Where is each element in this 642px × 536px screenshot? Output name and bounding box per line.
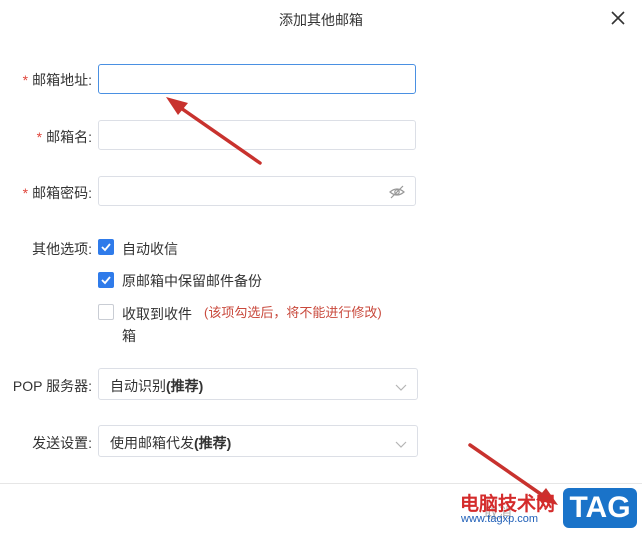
auto-receive-label: 自动收信 [122, 241, 178, 257]
keep-backup-checkbox[interactable] [98, 272, 114, 288]
watermark-site-name: 电脑技术网 [460, 494, 556, 515]
mailbox-name-field[interactable] [98, 120, 416, 150]
pop-server-select[interactable]: 自动识别(推荐) [98, 368, 418, 400]
receive-to-inbox-note: (该项勾选后，将不能进行修改) [204, 305, 382, 320]
required-mark: * [36, 129, 43, 145]
email-address-field[interactable] [98, 64, 416, 94]
chevron-down-icon [395, 436, 407, 452]
watermark-logo: TAG [563, 488, 637, 528]
hide-password-icon[interactable] [389, 184, 405, 200]
required-mark: * [22, 185, 29, 201]
receive-to-inbox-checkbox[interactable] [98, 304, 114, 320]
mailbox-password-label: * 邮箱密码: [22, 185, 92, 201]
close-icon[interactable] [608, 8, 628, 28]
receive-to-inbox-label: 收取到收件 箱 [122, 306, 192, 344]
mailbox-name-label: * 邮箱名: [36, 129, 92, 145]
required-mark: * [22, 72, 29, 88]
pop-server-label: POP 服务器: [12, 378, 92, 394]
other-options-label: 其他选项: [32, 241, 92, 257]
footer-divider [0, 483, 642, 484]
auto-receive-checkbox[interactable] [98, 239, 114, 255]
watermark-url: www.tagxp.com [461, 513, 539, 525]
mailbox-password-field[interactable] [98, 176, 416, 206]
chevron-down-icon [395, 379, 407, 395]
email-address-label: * 邮箱地址: [22, 72, 92, 88]
send-settings-select[interactable]: 使用邮箱代发(推荐) [98, 425, 418, 457]
send-settings-label: 发送设置: [32, 435, 92, 451]
keep-backup-label: 原邮箱中保留邮件备份 [122, 273, 262, 289]
dialog-title: 添加其他邮箱 [279, 12, 363, 28]
